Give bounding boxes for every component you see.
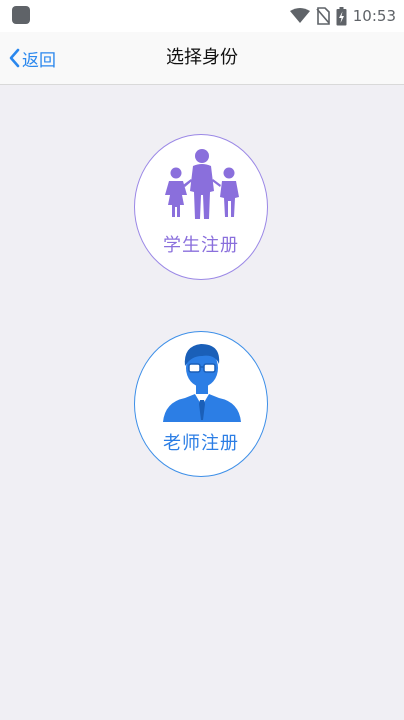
back-label: 返回 — [22, 50, 56, 71]
navigation-bar: 返回 选择身份 — [0, 32, 404, 85]
notification-square-icon — [12, 6, 30, 24]
page-title: 选择身份 — [166, 47, 238, 68]
back-button[interactable]: 返回 — [8, 32, 56, 84]
battery-icon — [336, 6, 347, 25]
teacher-register-label: 老师注册 — [163, 433, 239, 454]
student-register-button[interactable]: 学生注册 — [134, 134, 268, 280]
status-bar: 10:53 — [0, 0, 404, 32]
chevron-left-icon — [9, 48, 20, 68]
teacher-avatar-icon — [163, 344, 241, 422]
no-sim-icon — [316, 7, 330, 25]
student-register-label: 学生注册 — [163, 235, 239, 256]
family-icon — [165, 149, 239, 219]
teacher-register-button[interactable]: 老师注册 — [134, 331, 268, 477]
status-icons: 10:53 — [289, 4, 396, 28]
wifi-icon — [289, 8, 310, 23]
status-time: 10:53 — [352, 7, 396, 25]
